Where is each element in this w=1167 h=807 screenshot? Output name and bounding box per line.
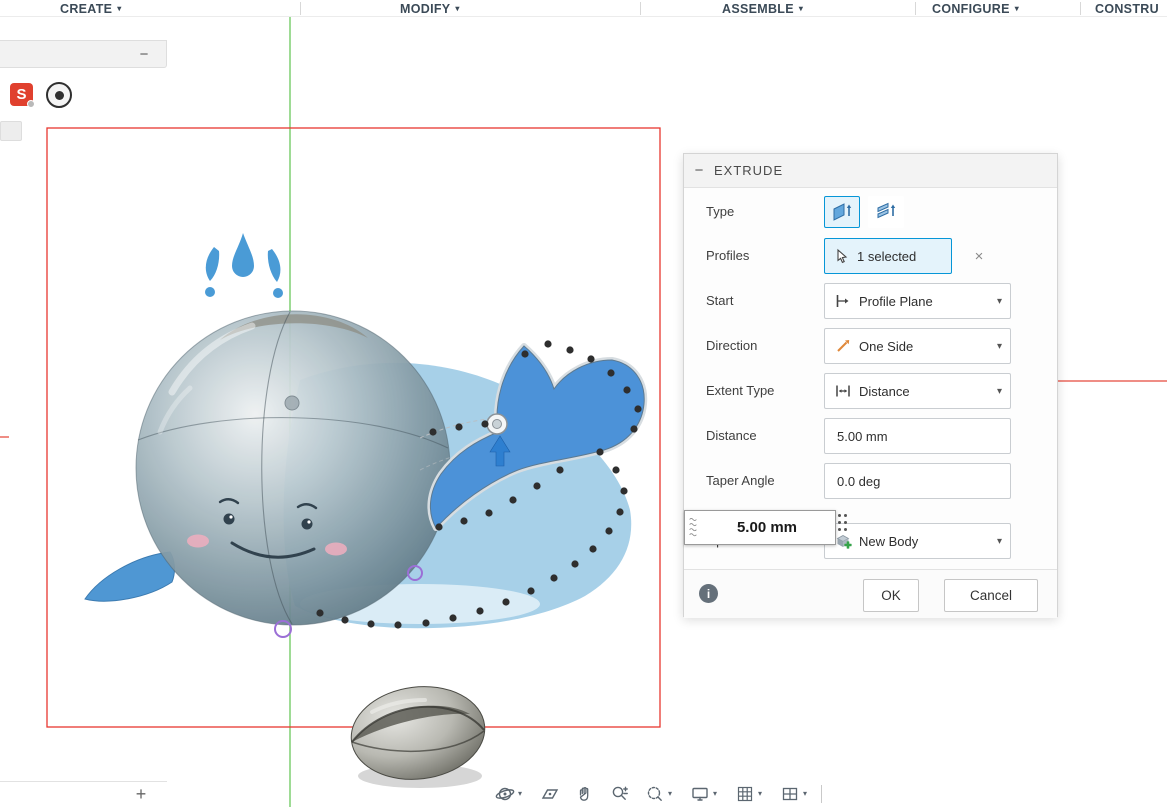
toolbar-separator: [300, 2, 301, 15]
top-toolbar: CREATE ▾ MODIFY ▾ ASSEMBLE ▾ CONFIGURE ▾…: [0, 0, 1167, 17]
cursor-icon: [837, 248, 848, 264]
profiles-value: 1 selected: [857, 248, 917, 264]
chevron-down-icon[interactable]: ▾: [758, 789, 768, 798]
dialog-title: EXTRUDE: [714, 163, 784, 178]
window-zoom-icon[interactable]: [642, 782, 668, 806]
menu-create-label: CREATE: [60, 1, 113, 16]
extent-type-dropdown[interactable]: Distance ▾: [824, 373, 1011, 409]
direction-label: Direction: [706, 338, 758, 353]
operation-dropdown[interactable]: New Body ▾: [824, 523, 1011, 559]
chevron-down-icon: ▾: [117, 4, 122, 13]
menu-construct-label: CONSTRU: [1095, 1, 1159, 16]
distance-label: Distance: [706, 428, 757, 443]
toolbar-separator: [821, 784, 822, 803]
type-label: Type: [706, 204, 735, 219]
menu-assemble[interactable]: ASSEMBLE ▾: [722, 0, 803, 17]
chevron-down-icon: ▾: [996, 340, 1002, 352]
menu-create[interactable]: CREATE ▾: [60, 0, 122, 17]
chevron-down-icon: ▾: [996, 535, 1002, 547]
profile-plane-icon: [831, 291, 855, 311]
chevron-down-icon: ▾: [996, 295, 1002, 307]
extrude-thin-button[interactable]: [868, 196, 904, 228]
dialog-header[interactable]: − EXTRUDE: [684, 154, 1057, 188]
chevron-down-icon[interactable]: ▾: [713, 789, 723, 798]
extent-type-value: Distance: [859, 383, 910, 399]
toolbar-separator: [640, 2, 641, 15]
menu-configure-label: CONFIGURE: [932, 1, 1010, 16]
menu-configure[interactable]: CONFIGURE ▾: [932, 0, 1019, 17]
manipulator-handle-icon[interactable]: [838, 514, 850, 542]
viewports-icon[interactable]: [777, 782, 803, 806]
extrude-solid-icon: [833, 203, 852, 221]
operation-value: New Body: [859, 533, 919, 549]
cancel-button[interactable]: Cancel: [944, 579, 1038, 612]
collapse-minus-button[interactable]: −: [131, 40, 157, 68]
s-logo-badge-icon: [27, 100, 35, 108]
profiles-clear-icon[interactable]: ×: [964, 238, 994, 274]
zoom-icon[interactable]: [607, 782, 633, 806]
extrude-dialog: − EXTRUDE Type Profiles 1 selected × Sta…: [683, 153, 1058, 618]
profiles-label: Profiles: [706, 248, 750, 263]
extent-type-label: Extent Type: [706, 383, 775, 398]
floating-distance-input[interactable]: 5.00 mm: [684, 510, 836, 545]
direction-dropdown[interactable]: One Side ▾: [824, 328, 1011, 364]
chevron-down-icon: ▾: [455, 4, 460, 13]
menu-construct[interactable]: CONSTRU: [1095, 0, 1159, 17]
navigation-toolbar: ▾ ▾ ▾ ▾ ▾: [492, 780, 822, 807]
menu-modify[interactable]: MODIFY ▾: [400, 0, 460, 17]
start-label: Start: [706, 293, 734, 308]
extrude-solid-button[interactable]: [824, 196, 860, 228]
menu-modify-label: MODIFY: [400, 1, 451, 16]
pan-icon[interactable]: [572, 782, 598, 806]
grid-settings-icon[interactable]: [732, 782, 758, 806]
info-icon[interactable]: i: [699, 584, 718, 603]
taper-angle-input[interactable]: [824, 463, 1011, 499]
look-at-icon[interactable]: [537, 782, 563, 806]
sphere-body-preview[interactable]: [135, 310, 451, 626]
expand-plus-button[interactable]: +: [128, 782, 154, 806]
taper-angle-label: Taper Angle: [706, 473, 775, 488]
dialog-footer: i OK Cancel: [684, 569, 1057, 618]
chevron-down-icon[interactable]: ▾: [803, 789, 813, 798]
chevron-down-icon[interactable]: ▾: [518, 789, 528, 798]
start-dropdown[interactable]: Profile Plane ▾: [824, 283, 1011, 319]
orbit-icon[interactable]: [492, 782, 518, 806]
menu-assemble-label: ASSEMBLE: [722, 1, 794, 16]
toolbar-separator: [915, 2, 916, 15]
bullseye-icon[interactable]: [46, 82, 72, 108]
panel-chip: [0, 121, 22, 141]
chevron-down-icon: ▾: [1014, 4, 1020, 13]
start-value: Profile Plane: [859, 293, 933, 309]
one-side-icon: [831, 336, 855, 356]
display-settings-icon[interactable]: [687, 782, 713, 806]
extrude-thin-icon: [877, 202, 896, 219]
bullseye-dot: [54, 90, 64, 100]
pebble-body[interactable]: [346, 679, 490, 788]
chevron-down-icon: ▾: [996, 385, 1002, 397]
distance-input[interactable]: [824, 418, 1011, 454]
ok-button[interactable]: OK: [863, 579, 919, 612]
chevron-down-icon[interactable]: ▾: [668, 789, 678, 798]
profiles-select-button[interactable]: 1 selected: [824, 238, 952, 274]
toolbar-separator: [1080, 2, 1081, 15]
dialog-collapse-icon[interactable]: −: [684, 162, 714, 179]
drag-grip-icon[interactable]: [685, 514, 699, 542]
floating-distance-value[interactable]: 5.00 mm: [699, 519, 835, 536]
direction-value: One Side: [859, 338, 914, 354]
chevron-down-icon: ▾: [798, 4, 804, 13]
distance-extent-icon: [831, 381, 855, 401]
